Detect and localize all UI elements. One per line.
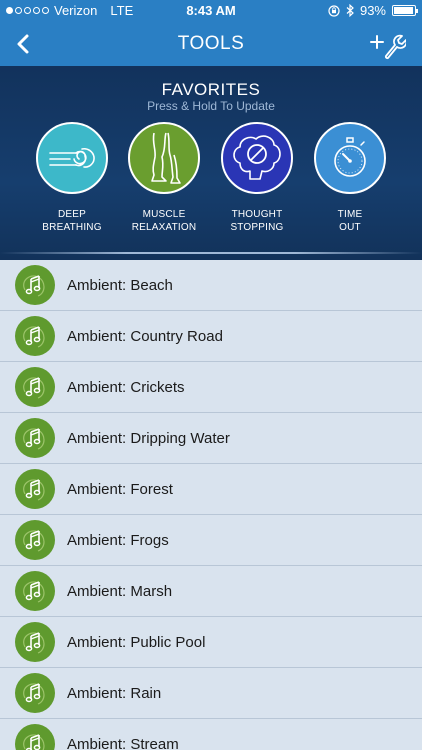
label-line: TIME <box>337 209 363 220</box>
list-item[interactable]: Ambient: Stream <box>0 719 422 750</box>
list-item-label: Ambient: Country Road <box>67 327 223 345</box>
bluetooth-icon <box>346 4 354 17</box>
list-item-label: Ambient: Stream <box>67 735 179 750</box>
page-title: TOOLS <box>177 33 245 54</box>
music-notes-icon <box>15 316 55 356</box>
thought-stopping-label: THOUGHT STOPPING <box>211 208 303 234</box>
music-notes-icon <box>15 265 55 305</box>
label-line: BREATHING <box>42 222 102 233</box>
time-out-button[interactable] <box>314 122 386 194</box>
list-item-label: Ambient: Frogs <box>67 531 169 549</box>
muscle-relaxation-label: MUSCLE RELAXATION <box>118 208 210 234</box>
list-item[interactable]: Ambient: Marsh <box>0 566 422 617</box>
add-tool-icon <box>370 34 408 60</box>
deep-breathing-button[interactable] <box>36 122 108 194</box>
list-item[interactable]: Ambient: Rain <box>0 668 422 719</box>
time-out-label: TIME OUT <box>304 208 396 234</box>
status-right: 93% <box>328 3 418 18</box>
favorite-time-out[interactable]: TIME OUT <box>304 122 396 234</box>
deep-breathing-label: DEEP BREATHING <box>26 208 118 234</box>
list-item[interactable]: Ambient: Dripping Water <box>0 413 422 464</box>
add-tool-button[interactable] <box>368 28 408 60</box>
list-item-label: Ambient: Crickets <box>67 378 185 396</box>
brain-stop-icon <box>233 135 281 180</box>
stopwatch-icon <box>334 137 366 177</box>
music-notes-icon <box>15 622 55 662</box>
leg-icon <box>151 132 181 184</box>
favorites-divider <box>0 252 422 254</box>
muscle-relaxation-button[interactable] <box>128 122 200 194</box>
music-notes-icon <box>15 367 55 407</box>
list-item-label: Ambient: Dripping Water <box>67 429 230 447</box>
favorite-thought-stopping[interactable]: THOUGHT STOPPING <box>211 122 303 234</box>
battery-percent: 93% <box>359 3 386 18</box>
orientation-lock-icon <box>328 4 340 17</box>
list-item[interactable]: Ambient: Crickets <box>0 362 422 413</box>
battery-icon <box>392 5 418 16</box>
list-item-label: Ambient: Forest <box>67 480 173 498</box>
label-line: MUSCLE <box>142 209 186 220</box>
music-notes-icon <box>15 469 55 509</box>
breathing-icon <box>49 147 95 168</box>
list-item-label: Ambient: Rain <box>67 684 162 702</box>
list-item[interactable]: Ambient: Beach <box>0 260 422 311</box>
list-item[interactable]: Ambient: Forest <box>0 464 422 515</box>
status-bar: Verizon LTE 8:43 AM 93% <box>0 0 422 22</box>
music-notes-icon <box>15 520 55 560</box>
music-notes-icon <box>15 571 55 611</box>
list-item[interactable]: Ambient: Frogs <box>0 515 422 566</box>
list-item-label: Ambient: Public Pool <box>67 633 206 651</box>
favorite-muscle-relaxation[interactable]: MUSCLE RELAXATION <box>118 122 210 234</box>
tools-list[interactable]: Ambient: Beach Ambient: Country Road Amb… <box>0 260 422 750</box>
list-item[interactable]: Ambient: Country Road <box>0 311 422 362</box>
music-notes-icon <box>15 418 55 458</box>
music-notes-icon <box>15 673 55 713</box>
list-item[interactable]: Ambient: Public Pool <box>0 617 422 668</box>
nav-bar: TOOLS <box>0 22 422 66</box>
label-line: THOUGHT <box>231 209 283 220</box>
label-line: DEEP <box>57 209 87 220</box>
thought-stopping-button[interactable] <box>221 122 293 194</box>
label-line: STOPPING <box>230 222 284 233</box>
favorites-title: FAVORITES <box>161 80 261 99</box>
label-line: OUT <box>339 222 361 233</box>
list-item-label: Ambient: Beach <box>67 276 173 294</box>
favorites-subtitle: Press & Hold To Update <box>147 99 275 113</box>
favorites-panel: FAVORITES Press & Hold To Update DEEP BR… <box>0 66 422 260</box>
list-item-label: Ambient: Marsh <box>67 582 173 600</box>
music-notes-icon <box>15 724 55 750</box>
favorite-deep-breathing[interactable]: DEEP BREATHING <box>26 122 118 234</box>
label-line: RELAXATION <box>131 222 197 233</box>
